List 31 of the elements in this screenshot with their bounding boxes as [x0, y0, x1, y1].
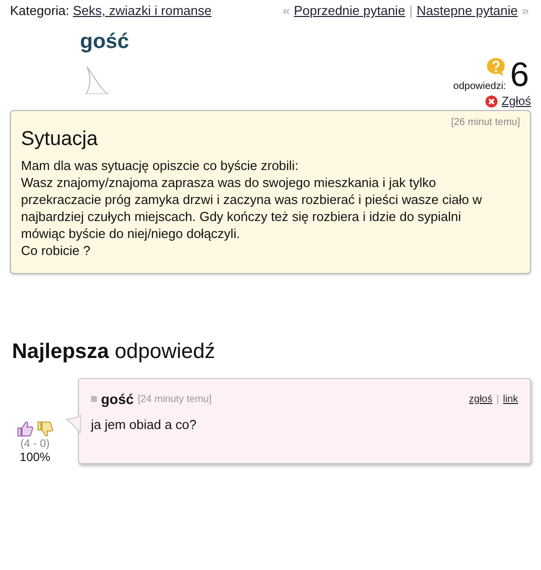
thumbs-up-icon[interactable]	[16, 420, 34, 438]
speech-tail-icon	[85, 66, 109, 94]
answer-text: ja jem obiad a co?	[91, 417, 198, 432]
question-time: [26 minut temu]	[450, 117, 520, 128]
asker-name: gość	[80, 30, 130, 54]
question-text: Mam dla was sytuację opiszcie co byście zrobili:	[21, 157, 300, 174]
answers-label: odpowiedzi:	[453, 81, 506, 92]
next-question-link[interactable]: Nastepne pytanie	[416, 3, 518, 18]
previous-question-link[interactable]: Poprzednie pytanie	[294, 3, 406, 18]
permalink[interactable]: link	[502, 394, 518, 404]
close-icon	[484, 94, 498, 108]
best-answer-heading: Najlepsza odpowiedź	[12, 340, 216, 364]
thumbs-down-icon[interactable]	[36, 420, 54, 438]
question-bubble-icon	[486, 57, 506, 77]
category-link[interactable]: Seks, zwiazki i romanse	[72, 3, 212, 18]
category-label: Kategoria:	[10, 3, 70, 18]
separator: |	[496, 394, 499, 404]
answer-author: gość	[101, 391, 134, 407]
prev-mark: «	[282, 3, 290, 18]
question-text: Co robicie ?	[21, 242, 92, 259]
answer-time: [24 minuty temu]	[138, 394, 212, 404]
report-link[interactable]: zgłoś	[469, 394, 492, 404]
answers-count: 6	[510, 58, 529, 92]
vote-percent: 100%	[20, 450, 50, 464]
separator: |	[409, 3, 413, 18]
vote-count: (4 - 0)	[20, 438, 50, 450]
question-title: Sytuacja	[21, 128, 99, 151]
next-mark: »	[522, 3, 529, 18]
report-link[interactable]: Zgłoś	[502, 94, 531, 108]
question-text: Wasz znajomy/znajoma zaprasza was do swojego mieszkania i jak tylko przekraczacie próg zamyka drzwi i zaczyna was rozbierać i pieści wasze ciało w najbardziej czułych miejscach. Gdy kończy też się rozbiera i idzie do sypialni mówiąc byście do niej/niego dołączyli.	[21, 174, 483, 242]
bullet-icon	[91, 396, 97, 402]
